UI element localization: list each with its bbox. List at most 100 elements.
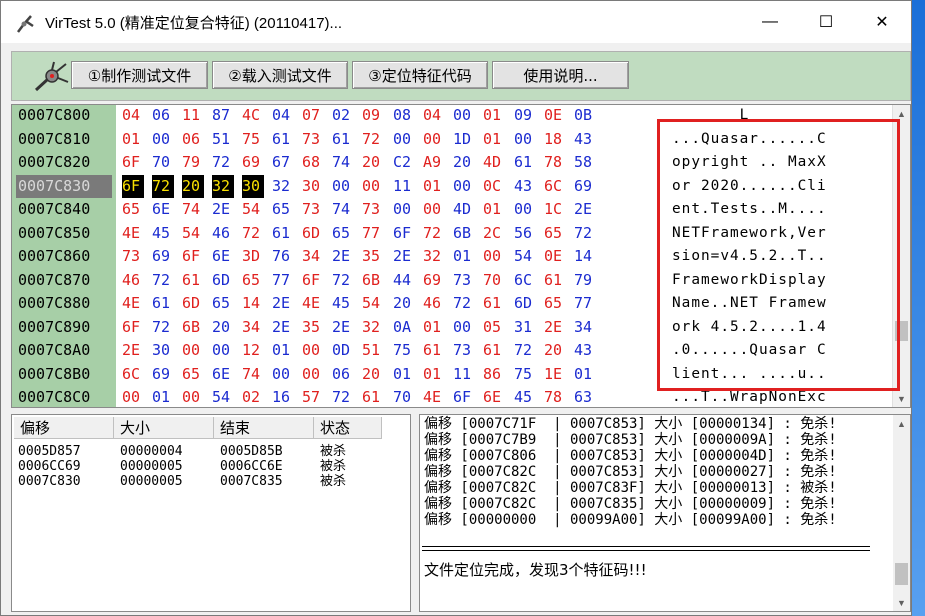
hex-byte[interactable]: 6C	[122, 363, 144, 386]
hex-byte[interactable]: 72	[242, 222, 264, 245]
hex-byte[interactable]: 20	[544, 339, 566, 362]
hex-byte[interactable]: 61	[152, 292, 174, 315]
hex-byte[interactable]: 00	[182, 386, 204, 407]
hex-byte[interactable]: 00	[362, 175, 384, 198]
hex-byte[interactable]: 00	[453, 175, 475, 198]
hex-byte[interactable]: 32	[423, 245, 445, 268]
hex-byte[interactable]: 72	[152, 316, 174, 339]
hex-byte[interactable]: 6B	[362, 269, 384, 292]
hex-byte[interactable]: 73	[362, 198, 384, 221]
hex-byte[interactable]: 0B	[574, 105, 596, 127]
hex-byte[interactable]: 00	[423, 128, 445, 151]
hex-byte[interactable]: 6C	[514, 269, 536, 292]
log-vertical-scrollbar[interactable]: ▲ ▼	[893, 415, 910, 611]
hex-byte[interactable]: 18	[544, 128, 566, 151]
hex-byte[interactable]: 6E	[212, 245, 234, 268]
hex-byte[interactable]: 00	[453, 316, 475, 339]
hex-byte[interactable]: 14	[574, 245, 596, 268]
hex-byte[interactable]: 00	[122, 386, 144, 407]
hex-byte[interactable]: 6D	[182, 292, 204, 315]
hex-byte[interactable]: 6F	[122, 151, 144, 174]
hex-byte[interactable]: 2E	[393, 245, 415, 268]
column-header-size[interactable]: 大小	[114, 417, 214, 439]
hex-byte[interactable]: 77	[272, 269, 294, 292]
hex-byte[interactable]: 31	[514, 316, 536, 339]
hex-byte[interactable]: 01	[423, 316, 445, 339]
hex-byte[interactable]: 34	[242, 316, 264, 339]
hex-byte[interactable]: 32	[272, 175, 294, 198]
hex-byte[interactable]: 65	[544, 292, 566, 315]
hex-byte[interactable]: 2E	[332, 245, 354, 268]
hex-byte[interactable]: 79	[182, 151, 204, 174]
hex-byte[interactable]: 45	[332, 292, 354, 315]
hex-byte[interactable]: 65	[122, 198, 144, 221]
hex-byte[interactable]: 76	[272, 245, 294, 268]
scroll-down-arrow-icon[interactable]: ▼	[893, 390, 910, 407]
hex-byte[interactable]: 78	[544, 386, 566, 407]
hex-byte[interactable]: 01	[574, 363, 596, 386]
hex-byte[interactable]: 11	[182, 105, 204, 127]
hex-byte[interactable]: 73	[453, 339, 475, 362]
load-test-file-button[interactable]: ②载入测试文件	[212, 61, 348, 89]
hex-byte[interactable]: 51	[362, 339, 384, 362]
hex-byte[interactable]: 01	[152, 386, 174, 407]
hex-byte[interactable]: 2E	[272, 316, 294, 339]
hex-row[interactable]: 0007C850 4E 45 54 46 72 61 6D 65 77 6F 72 6B 2C 56 65 72…	[12, 222, 892, 245]
hex-byte[interactable]: 70	[393, 386, 415, 407]
hex-byte[interactable]: 6E	[152, 198, 174, 221]
hex-byte[interactable]: 06	[182, 128, 204, 151]
hex-byte[interactable]: 61	[182, 269, 204, 292]
hex-byte[interactable]: 69	[574, 175, 596, 198]
hex-byte[interactable]: 61	[332, 128, 354, 151]
hex-byte[interactable]: 72	[152, 174, 174, 198]
hex-byte[interactable]: 4E	[423, 386, 445, 407]
hex-byte[interactable]: 77	[574, 292, 596, 315]
hex-byte[interactable]: 61	[514, 151, 536, 174]
hex-row[interactable]: 0007C830 6F 72 20 32 30 32 30 00 00 11 01 00 0C 43 6C 69…	[12, 174, 892, 198]
hex-row[interactable]: 0007C800 04 06 11 87 4C 04 07 02 09 08 04 00 01 09 0E 0B…	[12, 105, 892, 127]
hex-byte[interactable]: 00	[302, 339, 324, 362]
scroll-up-arrow-icon[interactable]: ▲	[893, 415, 910, 432]
hex-byte[interactable]: 6F	[453, 386, 475, 407]
hex-byte[interactable]: 54	[514, 245, 536, 268]
hex-byte[interactable]: 74	[332, 198, 354, 221]
hex-byte[interactable]: 6D	[212, 269, 234, 292]
hex-row[interactable]: 0007C880 4E 61 6D 65 14 2E 4E 45 54 20 46 72 61 6D 65 77…	[12, 292, 892, 315]
hex-byte[interactable]: 01	[483, 198, 505, 221]
hex-byte[interactable]: 65	[242, 269, 264, 292]
hex-byte[interactable]: 61	[362, 386, 384, 407]
signature-list[interactable]: 偏移 大小 结束 状态 0005D857 00000004 0005D85B 被杀 00…	[11, 414, 411, 612]
hex-byte[interactable]: 32	[362, 316, 384, 339]
hex-row[interactable]: 0007C810 01 00 06 51 75 61 73 61 72 00 00 1D 01 00 18 43…	[12, 128, 892, 151]
log-scroll-thumb[interactable]	[895, 563, 908, 585]
hex-byte[interactable]: 61	[423, 339, 445, 362]
hex-byte[interactable]: 54	[212, 386, 234, 407]
hex-byte[interactable]: 2E	[212, 198, 234, 221]
hex-byte[interactable]: 6E	[212, 363, 234, 386]
hex-byte[interactable]: 43	[574, 128, 596, 151]
hex-byte[interactable]: 67	[272, 151, 294, 174]
hex-byte[interactable]: 2C	[483, 222, 505, 245]
hex-byte[interactable]: 43	[514, 175, 536, 198]
hex-byte[interactable]: 00	[182, 339, 204, 362]
hex-byte[interactable]: 01	[483, 128, 505, 151]
hex-byte[interactable]: 2E	[574, 198, 596, 221]
hex-row[interactable]: 0007C890 6F 72 6B 20 34 2E 35 2E 32 0A 01 00 05 31 2E 34…	[12, 316, 892, 339]
hex-byte[interactable]: 00	[393, 128, 415, 151]
hex-byte[interactable]: 44	[393, 269, 415, 292]
hex-byte[interactable]: 61	[483, 339, 505, 362]
hex-byte[interactable]: 14	[242, 292, 264, 315]
hex-byte[interactable]: 73	[302, 128, 324, 151]
hex-byte[interactable]: 43	[574, 339, 596, 362]
hex-byte[interactable]: 72	[423, 222, 445, 245]
hex-byte[interactable]: 74	[332, 151, 354, 174]
hex-byte[interactable]: 01	[122, 128, 144, 151]
hex-byte[interactable]: 6D	[302, 222, 324, 245]
hex-byte[interactable]: 4D	[483, 151, 505, 174]
hex-byte[interactable]: 75	[242, 128, 264, 151]
hex-byte[interactable]: 32	[212, 174, 234, 198]
column-header-end[interactable]: 结束	[214, 417, 314, 439]
hex-byte[interactable]: C2	[393, 151, 415, 174]
hex-byte[interactable]: 00	[423, 198, 445, 221]
hex-byte[interactable]: 61	[483, 292, 505, 315]
